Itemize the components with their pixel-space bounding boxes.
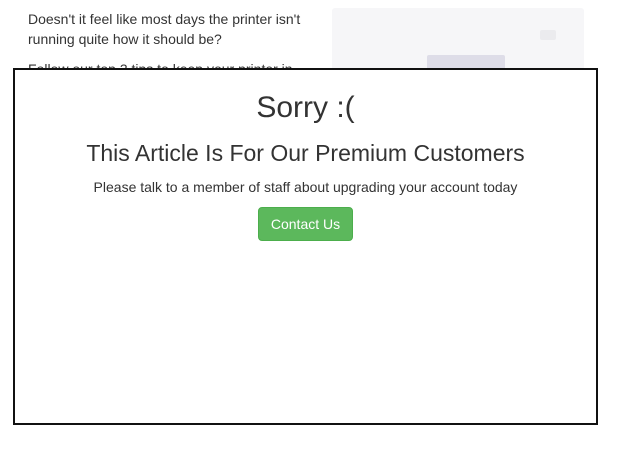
paywall-subtitle: This Article Is For Our Premium Customer…	[86, 140, 525, 166]
contact-us-button[interactable]: Contact Us	[257, 207, 354, 241]
article-paragraph-1: Doesn't it feel like most days the print…	[28, 11, 301, 47]
printer-illustration-detail	[540, 30, 556, 40]
paywall-message: Please talk to a member of staff about u…	[93, 179, 518, 195]
premium-paywall-modal: Sorry :( This Article Is For Our Premium…	[13, 68, 598, 425]
page: Doesn't it feel like most days the print…	[0, 0, 638, 466]
paywall-title: Sorry :(	[256, 91, 355, 124]
